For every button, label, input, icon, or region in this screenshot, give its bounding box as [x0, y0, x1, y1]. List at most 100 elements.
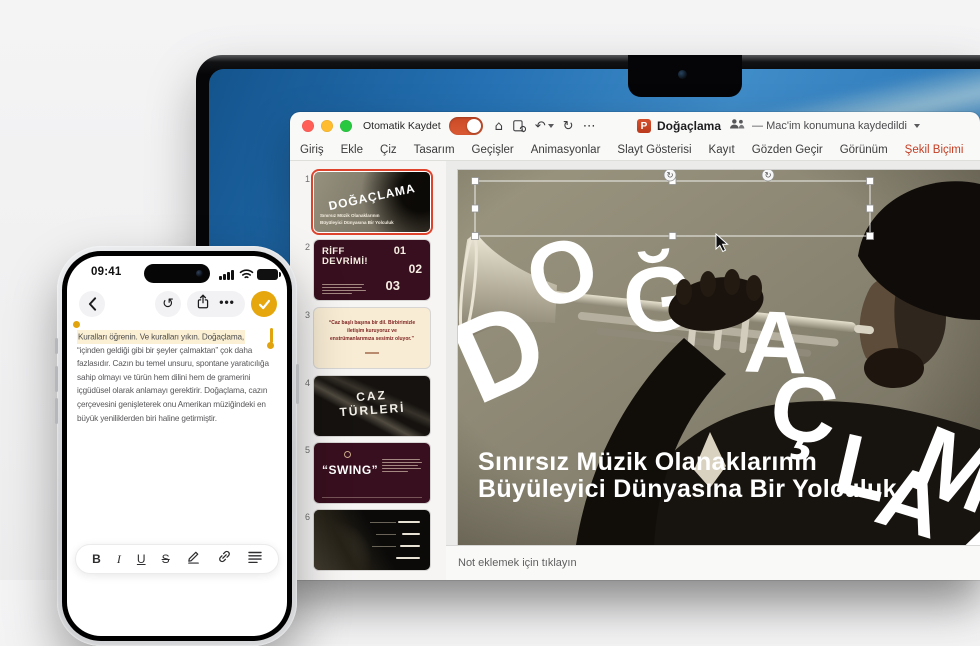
minimize-window-button[interactable] — [321, 120, 333, 132]
window-titlebar: Otomatik Kaydet ⌂ ↶ ↻ ⋯ P Doğaçlama — [290, 112, 980, 140]
display-notch — [628, 55, 742, 97]
ribbon-tab-bar: Giriş Ekle Çiz Tasarım Geçişler Animasyo… — [290, 140, 980, 161]
underline-button[interactable]: U — [137, 553, 146, 565]
thumb1-subtitle: Sınırsız Müzik OlanaklarınınBüyüleyici D… — [320, 213, 394, 226]
slide-thumbnail-4[interactable]: CAZTÜRLERİ — [314, 376, 430, 436]
undo-icon: ↺ — [162, 297, 174, 311]
more-button[interactable]: ••• — [219, 302, 235, 307]
slide-thumbnail-2[interactable]: RİFF DEVRİMİ! 01 02 03 — [314, 240, 430, 300]
note-body-text: “içinden geldiği gibi bir şeyler çalmakt… — [77, 346, 269, 423]
undo-button[interactable]: ↺ — [155, 291, 181, 317]
selection-end-bar[interactable] — [270, 328, 273, 343]
slide-canvas[interactable]: D O Ğ A Ç L A M — [458, 170, 980, 545]
save-location-status[interactable]: — Mac'im konumuna kaydedildi — [752, 120, 907, 132]
thumb5-paragraph-lines — [382, 457, 422, 472]
tab-gecisler[interactable]: Geçişler — [472, 144, 514, 156]
done-check-button[interactable] — [251, 291, 277, 317]
svg-text:Büyüleyici Dünyasına Bir Yolcu: Büyüleyici Dünyasına Bir Yolculuk — [478, 475, 897, 503]
autosave-toggle[interactable] — [449, 117, 483, 135]
text-align-button[interactable] — [248, 550, 262, 568]
thumb2-num-03: 03 — [386, 278, 400, 293]
back-chevron-icon — [88, 297, 97, 311]
autosave-label: Otomatik Kaydet — [363, 120, 441, 132]
check-icon — [258, 298, 271, 311]
editor-nav-bar: ↺ ••• — [79, 290, 277, 318]
thumb2-title: RİFF DEVRİMİ! — [322, 247, 374, 267]
slide-number-6: 6 — [296, 512, 310, 522]
italic-button[interactable]: I — [117, 553, 121, 565]
thumb2-paragraph-lines — [322, 282, 366, 294]
undo-button[interactable]: ↶ — [535, 120, 554, 133]
slide-editing-area: D O Ğ A Ç L A M — [446, 161, 980, 545]
note-text-editor[interactable]: Kuralları öğrenin. Ve kuralları yıkın. D… — [77, 330, 273, 425]
thumb5-ring-decor — [344, 451, 351, 458]
camera-icon — [678, 70, 687, 79]
save-status-chevron-icon[interactable] — [914, 124, 920, 128]
thumb5-footer-rule — [322, 497, 422, 498]
tab-animasyonlar[interactable]: Animasyonlar — [531, 144, 601, 156]
highlighted-sentence[interactable]: Kuralları öğrenin. Ve kuralları yıkın. D… — [77, 330, 245, 344]
back-button[interactable] — [79, 291, 105, 317]
strikethrough-button[interactable]: S — [162, 553, 170, 565]
tab-gorunum[interactable]: Görünüm — [840, 144, 888, 156]
share-button[interactable] — [197, 294, 209, 314]
slide-thumbnail-panel: 1 DOĞAÇLAMA Sınırsız Müzik Olanaklarının… — [290, 161, 446, 580]
iphone: 09:41 ↺ — [57, 246, 297, 646]
close-window-button[interactable] — [302, 120, 314, 132]
tab-kayit[interactable]: Kayıt — [709, 144, 735, 156]
slide-thumbnail-6[interactable] — [314, 510, 430, 570]
powerpoint-window: Otomatik Kaydet ⌂ ↶ ↻ ⋯ P Doğaçlama — [290, 112, 980, 580]
more-toolbar-icon[interactable]: ⋯ — [583, 120, 596, 133]
selection-end-handle[interactable] — [267, 342, 274, 349]
svg-text:↻: ↻ — [666, 170, 673, 180]
thumb2-num-02: 02 — [409, 262, 422, 276]
tab-gozden-gecir[interactable]: Gözden Geçir — [752, 144, 823, 156]
tab-ekle[interactable]: Ekle — [341, 144, 363, 156]
zoom-window-button[interactable] — [340, 120, 352, 132]
home-icon[interactable]: ⌂ — [495, 120, 503, 133]
tab-giris[interactable]: Giriş — [300, 144, 324, 156]
thumb3-byline — [365, 352, 379, 354]
format-toolbar: B I U S — [75, 544, 279, 574]
svg-text:↻: ↻ — [764, 170, 771, 180]
status-time: 09:41 — [91, 266, 121, 278]
slide-number-1: 1 — [296, 174, 310, 184]
iphone-screen: 09:41 ↺ — [67, 256, 287, 636]
action-button[interactable] — [55, 338, 58, 354]
selection-start-handle[interactable] — [73, 321, 80, 328]
wifi-icon — [239, 267, 254, 285]
share-more-group: ••• — [187, 291, 245, 317]
bold-button[interactable]: B — [92, 553, 101, 565]
redo-icon[interactable]: ↻ — [563, 120, 574, 133]
dynamic-island — [144, 264, 210, 283]
cellular-signal-icon — [219, 270, 235, 280]
slide-number-3: 3 — [296, 310, 310, 320]
notes-placeholder[interactable]: Not eklemek için tıklayın — [458, 557, 577, 569]
highlighter-pen-button[interactable] — [186, 549, 201, 569]
slide-thumbnail-3[interactable]: “Caz başlı başına bir dil. Birbirimizle … — [314, 308, 430, 368]
tab-ciz[interactable]: Çiz — [380, 144, 397, 156]
front-camera-icon — [196, 270, 203, 277]
volume-down-button[interactable] — [55, 398, 58, 424]
slide-number-5: 5 — [296, 445, 310, 455]
tab-slayt-gosterisi[interactable]: Slayt Gösterisi — [617, 144, 691, 156]
undo-dropdown-icon[interactable] — [548, 124, 554, 128]
status-bar: 09:41 — [67, 262, 287, 284]
tab-tasarim[interactable]: Tasarım — [414, 144, 455, 156]
battery-icon — [257, 269, 278, 280]
thumb6-saxophone-photo — [314, 510, 430, 570]
svg-text:Sınırsız Müzik Olanaklarının: Sınırsız Müzik Olanaklarının — [478, 448, 817, 476]
thumb5-title: “SWING” — [322, 463, 378, 477]
thumb2-num-01: 01 — [394, 245, 406, 257]
collaborators-icon[interactable] — [729, 117, 745, 135]
notes-pane[interactable]: Not eklemek için tıklayın — [446, 545, 980, 580]
tab-sekil-bicimi[interactable]: Şekil Biçimi — [905, 144, 964, 156]
power-button[interactable] — [296, 364, 299, 404]
save-icon[interactable] — [512, 119, 526, 133]
slide-thumbnail-1-selected[interactable]: DOĞAÇLAMA Sınırsız Müzik OlanaklarınınBü… — [314, 172, 430, 232]
document-title[interactable]: Doğaçlama — [657, 119, 721, 133]
slide-number-2: 2 — [296, 242, 310, 252]
link-button[interactable] — [217, 549, 232, 569]
volume-up-button[interactable] — [55, 366, 58, 392]
slide-thumbnail-5[interactable]: “SWING” — [314, 443, 430, 503]
